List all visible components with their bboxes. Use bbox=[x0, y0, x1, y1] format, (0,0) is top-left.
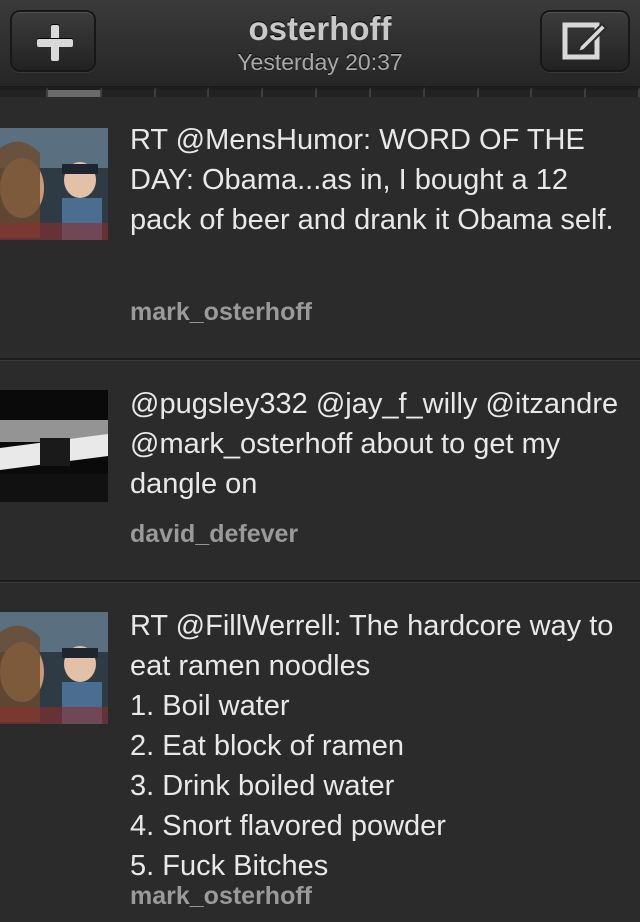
page-indicator-segment bbox=[370, 87, 425, 97]
avatar[interactable] bbox=[0, 128, 108, 240]
tweet[interactable]: RT @MensHumor: WORD OF THE DAY: Obama...… bbox=[0, 98, 640, 360]
timestamp: Yesterday 20:37 bbox=[237, 49, 403, 75]
page-indicator-segment bbox=[478, 87, 533, 97]
page-title: osterhoff bbox=[248, 10, 392, 47]
tweet-username[interactable]: mark_osterhoff bbox=[130, 882, 312, 911]
page-indicator-segment bbox=[586, 87, 640, 97]
tweet-username[interactable]: david_defever bbox=[130, 520, 298, 549]
avatar-photo bbox=[0, 128, 108, 240]
page-indicator-segment bbox=[0, 87, 48, 97]
tweet-username[interactable]: mark_osterhoff bbox=[130, 298, 312, 327]
page-indicator bbox=[0, 87, 640, 97]
avatar-photo bbox=[0, 612, 108, 724]
page-indicator-segment bbox=[424, 87, 479, 97]
tweet-text: RT @FillWerrell: The hardcore way to eat… bbox=[130, 610, 614, 882]
tweet-text: RT @MensHumor: WORD OF THE DAY: Obama...… bbox=[130, 124, 614, 236]
page-indicator-segment bbox=[209, 87, 264, 97]
title-block: osterhoff Yesterday 20:37 bbox=[150, 10, 490, 76]
page-indicator-segment bbox=[155, 87, 210, 97]
avatar-photo bbox=[0, 390, 108, 502]
compose-button[interactable] bbox=[540, 10, 630, 72]
tweet[interactable]: RT @FillWerrell: The hardcore way to eat… bbox=[0, 582, 640, 922]
plus-icon bbox=[37, 25, 73, 61]
page-indicator-segment bbox=[263, 87, 318, 97]
page-indicator-segment bbox=[101, 87, 156, 97]
add-button[interactable] bbox=[10, 10, 96, 72]
tweet[interactable]: @pugsley332 @jay_f_willy @itzandre @mark… bbox=[0, 360, 640, 582]
avatar[interactable] bbox=[0, 390, 108, 502]
tweet-text: @pugsley332 @jay_f_willy @itzandre @mark… bbox=[130, 388, 619, 500]
avatar[interactable] bbox=[0, 612, 108, 724]
timeline[interactable]: RT @MensHumor: WORD OF THE DAY: Obama...… bbox=[0, 98, 640, 922]
page-indicator-segment bbox=[317, 87, 371, 97]
page-indicator-segment-active bbox=[48, 87, 102, 97]
navigation-bar: osterhoff Yesterday 20:37 bbox=[0, 0, 640, 87]
page-indicator-segment bbox=[532, 87, 587, 97]
compose-icon bbox=[562, 22, 608, 60]
